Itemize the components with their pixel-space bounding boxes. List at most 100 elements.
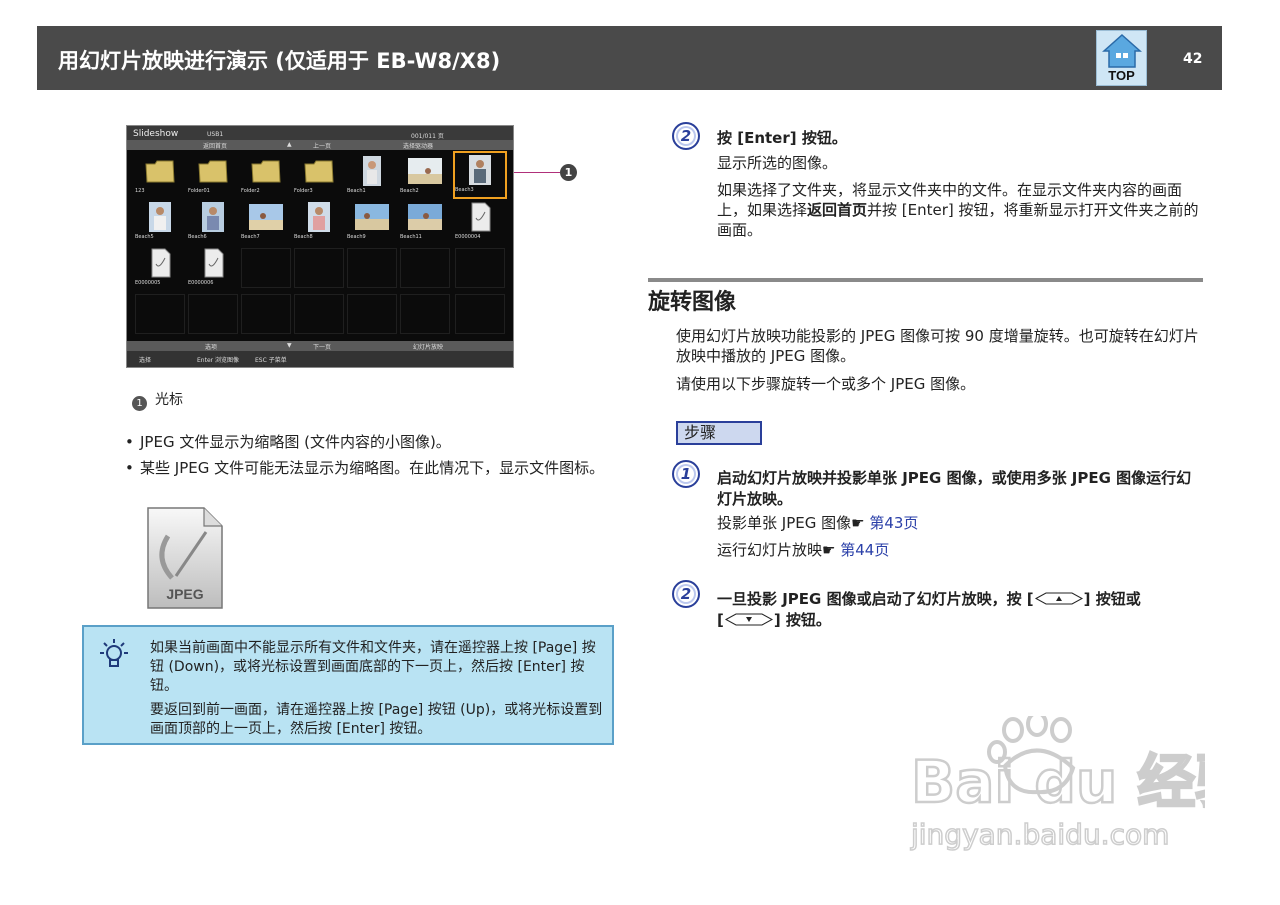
file-caption: Beach1 — [347, 188, 366, 194]
steps-label: 步骤 — [676, 421, 762, 445]
section-title: 旋转图像 — [648, 290, 737, 315]
reference-text: 投影单张 JPEG 图像 — [717, 514, 852, 532]
file-caption: E0000005 — [135, 280, 161, 286]
heading-part: 一旦投影 JPEG 图像或启动了幻灯片放映，按 [ — [717, 590, 1034, 608]
file-caption: Folder2 — [241, 188, 260, 194]
cross-reference: 投影单张 JPEG 图像☛ 第43页 — [717, 513, 918, 533]
jpeg-file-icon: JPEG — [147, 507, 223, 609]
top-label: TOP — [1108, 68, 1135, 83]
slideshow-label: 幻灯片放映 — [413, 344, 444, 351]
empty-cell — [347, 294, 397, 334]
down-arrow-icon: ▼ — [287, 342, 292, 349]
top-button[interactable]: TOP — [1096, 30, 1147, 86]
empty-cell — [294, 294, 344, 334]
empty-cell — [347, 248, 397, 288]
watermark-brand: Bai du 经验 — [911, 748, 1205, 816]
step-text: 显示所选的图像。 — [717, 154, 838, 172]
file-caption: 123 — [135, 188, 145, 194]
file-cell: Folder01 — [188, 154, 238, 198]
empty-cell — [294, 248, 344, 288]
file-cell: Folder2 — [241, 154, 291, 198]
legend-label: 光标 — [155, 392, 183, 408]
file-cell: Beach9 — [347, 200, 397, 244]
section-divider — [648, 278, 1203, 282]
nav-home: 返回首页 — [203, 143, 228, 150]
option-label: 选项 — [205, 344, 218, 351]
file-cell: E0000006 — [188, 246, 238, 290]
file-caption: Beach5 — [135, 234, 154, 240]
file-cell: 123 — [135, 154, 185, 198]
file-cell: Beach1 — [347, 154, 397, 198]
step-text: 如果选择了文件夹，将显示文件夹中的文件。在显示文件夹内容的画面上，如果选择返回首… — [717, 180, 1203, 240]
file-icon — [204, 248, 224, 278]
screenshot-bottom-nav: 选项 ▼ 下一页 幻灯片放映 — [127, 341, 513, 351]
empty-cell — [400, 294, 450, 334]
empty-cell — [241, 248, 291, 288]
bullet-item: JPEG 文件显示为缩略图 (文件内容的小图像)。 — [125, 432, 615, 452]
empty-cell — [188, 294, 238, 334]
step-heading: 启动幻灯片放映并投影单张 JPEG 图像，或使用多张 JPEG 图像运行幻灯片放… — [717, 469, 1192, 508]
watermark-url: jingyan.baidu.com — [910, 818, 1169, 851]
step-heading: 一旦投影 JPEG 图像或启动了幻灯片放映，按 [] 按钮或 [] 按钮。 — [717, 589, 1203, 631]
nav-drive: 选择驱动器 — [403, 143, 434, 150]
lightbulb-icon — [100, 639, 128, 667]
step-number-badge: 1 — [672, 460, 700, 488]
step-number-badge: 2 — [672, 122, 700, 150]
photo-thumbnail — [355, 204, 389, 230]
usb-label: USB1 — [207, 131, 224, 138]
file-caption: Beach7 — [241, 234, 260, 240]
reference-text: 运行幻灯片放映 — [717, 541, 823, 559]
section-intro: 请使用以下步骤旋转一个或多个 JPEG 图像。 — [676, 375, 976, 393]
slideshow-screenshot: Slideshow USB1 001/011 页 返回首页 ▲ 上一页 选择驱动… — [126, 125, 514, 368]
screenshot-bottombar: 选项 ▼ 下一页 幻灯片放映 选择 Enter 浏览图像 ESC 子菜单 — [127, 341, 513, 367]
pointing-hand-icon: ☛ — [851, 514, 865, 532]
page-link[interactable]: 第44页 — [840, 541, 889, 559]
file-caption: Beach3 — [455, 187, 474, 193]
photo-thumbnail — [408, 204, 442, 230]
file-cell: E0000004 — [455, 200, 505, 244]
empty-cell — [241, 294, 291, 334]
empty-cell — [455, 248, 505, 288]
next-label: 下一页 — [313, 344, 332, 351]
file-caption: E0000004 — [455, 234, 481, 240]
bullet-list: JPEG 文件显示为缩略图 (文件内容的小图像)。 某些 JPEG 文件可能无法… — [125, 432, 615, 484]
down-key-icon — [724, 613, 773, 626]
footer-enter: Enter 浏览图像 — [197, 357, 240, 364]
file-caption: Beach9 — [347, 234, 366, 240]
callout-number: 1 — [560, 164, 577, 181]
folder-icon — [304, 160, 334, 183]
tip-text: 如果当前画面中不能显示所有文件和文件夹，请在遥控器上按 [Page] 按钮 (D… — [150, 639, 605, 744]
pointing-hand-icon: ☛ — [822, 541, 836, 559]
empty-cell — [455, 294, 505, 334]
empty-cell — [400, 248, 450, 288]
file-caption: Beach8 — [294, 234, 313, 240]
selected-file-cell[interactable]: Beach3 — [453, 151, 507, 199]
photo-thumbnail — [249, 204, 283, 230]
file-caption: E0000006 — [188, 280, 214, 286]
photo-thumbnail — [408, 158, 442, 184]
baidu-watermark: Bai du 经验 jingyan.baidu.com — [909, 716, 1205, 852]
legend-number: 1 — [132, 396, 147, 411]
page-title: 用幻灯片放映进行演示 (仅适用于 EB-W8/X8) — [58, 49, 501, 73]
file-caption: Beach11 — [400, 234, 422, 240]
callout-line — [514, 172, 560, 173]
file-caption: Beach2 — [400, 188, 419, 194]
photo-thumbnail — [149, 202, 171, 232]
photo-thumbnail — [363, 156, 381, 186]
file-icon — [471, 202, 491, 232]
empty-cell — [135, 294, 185, 334]
home-icon — [1102, 33, 1142, 68]
footer-esc: ESC 子菜单 — [255, 357, 287, 364]
bullet-item: 某些 JPEG 文件可能无法显示为缩略图。在此情况下，显示文件图标。 — [125, 458, 615, 478]
cross-reference: 运行幻灯片放映☛ 第44页 — [717, 540, 889, 560]
page-link[interactable]: 第43页 — [869, 514, 918, 532]
file-cell: Beach2 — [400, 154, 450, 198]
step-number-badge: 2 — [672, 580, 700, 608]
tip-box: 如果当前画面中不能显示所有文件和文件夹，请在遥控器上按 [Page] 按钮 (D… — [82, 625, 614, 745]
photo-thumbnail — [308, 202, 330, 232]
file-cell: Beach5 — [135, 200, 185, 244]
tip-paragraph: 如果当前画面中不能显示所有文件和文件夹，请在遥控器上按 [Page] 按钮 (D… — [150, 640, 596, 694]
tip-paragraph: 要返回到前一画面，请在遥控器上按 [Page] 按钮 (Up)，或将光标设置到画… — [150, 702, 603, 737]
heading-part: ] 按钮。 — [773, 611, 831, 629]
step-heading: 按 [Enter] 按钮。 — [717, 129, 847, 147]
